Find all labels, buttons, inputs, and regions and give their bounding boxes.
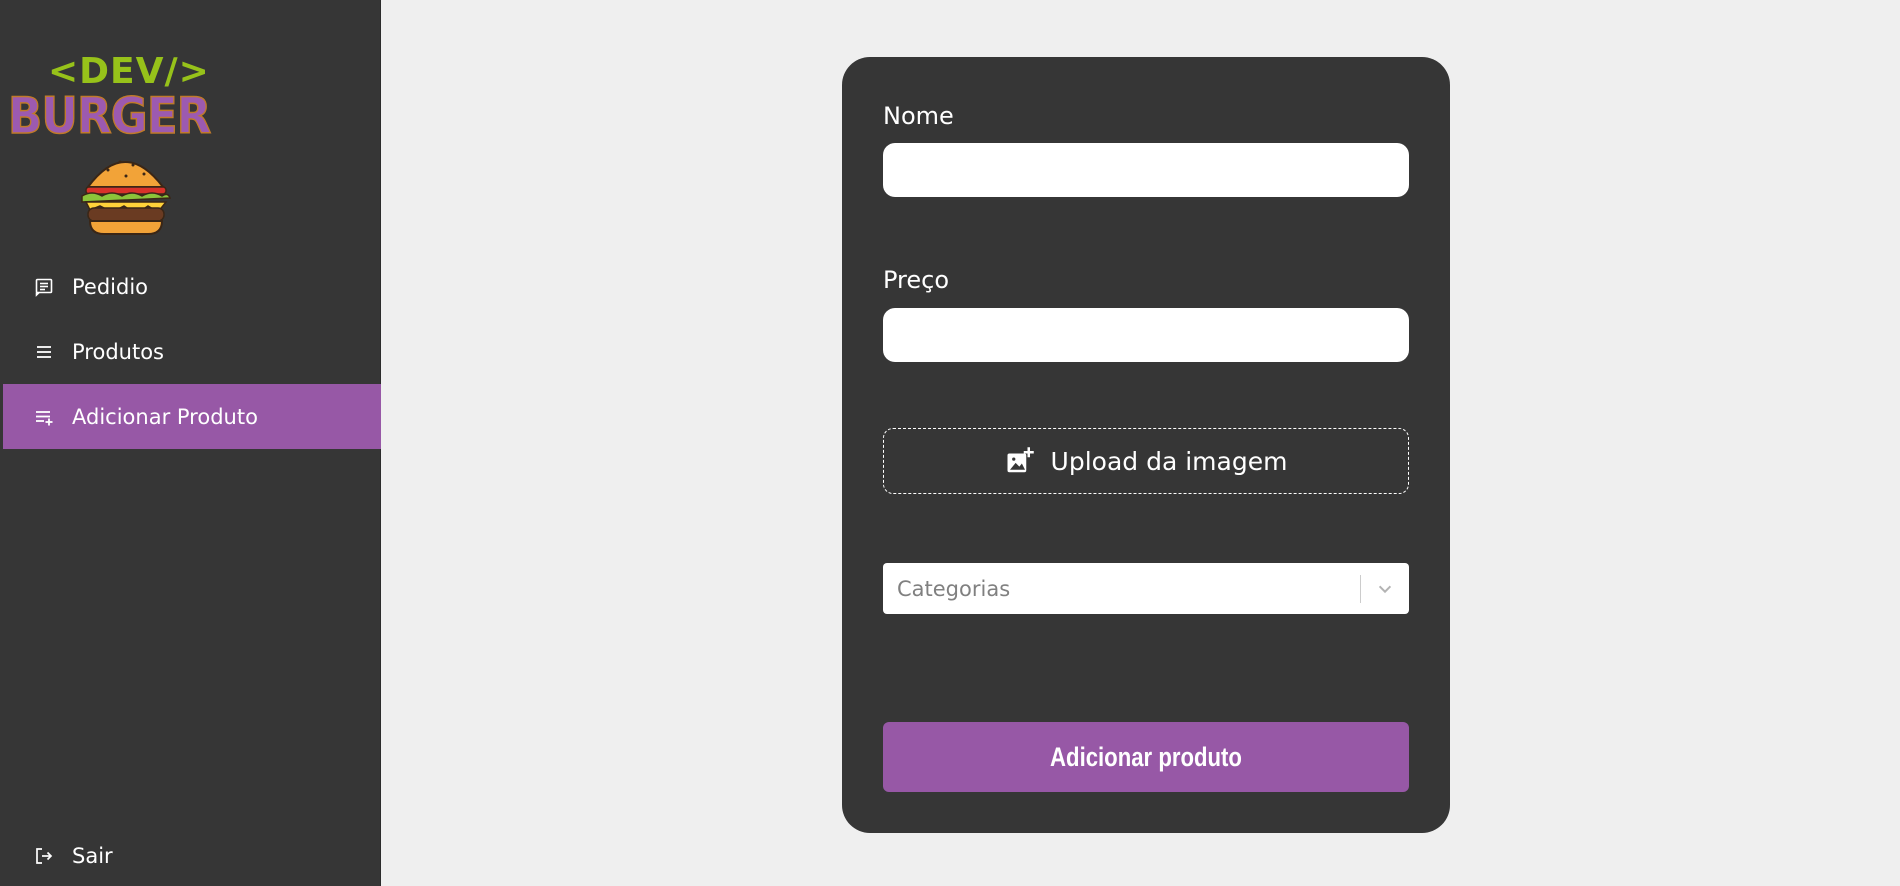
price-label: Preço (883, 266, 950, 294)
logout-label: Sair (72, 844, 113, 868)
add-product-button[interactable]: Adicionar produto (883, 722, 1409, 792)
sidebar: <DEV/> BURGER Pedidio Produtos Adicionar… (0, 0, 381, 886)
burger-icon (81, 160, 172, 235)
sidebar-nav: Pedidio Produtos Adicionar Produto (3, 254, 381, 449)
category-select[interactable]: Categorias (883, 563, 1409, 614)
upload-label: Upload da imagem (1050, 446, 1288, 476)
sidebar-item-label: Produtos (72, 339, 164, 364)
price-input[interactable] (883, 308, 1409, 362)
list-icon (31, 339, 57, 365)
logout-icon (31, 843, 57, 869)
sidebar-item-label: Adicionar Produto (72, 404, 258, 429)
logo-code-tag: <DEV/> (48, 51, 210, 92)
sidebar-item-adicionar-produto[interactable]: Adicionar Produto (3, 384, 381, 449)
name-label: Nome (883, 102, 954, 130)
add-product-button-label: Adicionar produto (1050, 741, 1242, 772)
dev-burger-logo: <DEV/> BURGER (7, 51, 228, 235)
image-upload-button[interactable]: Upload da imagem (883, 428, 1409, 494)
sidebar-item-produtos[interactable]: Produtos (3, 319, 381, 384)
sidebar-item-label: Pedidio (72, 274, 149, 299)
logout-button[interactable]: Sair (3, 826, 381, 886)
name-input[interactable] (883, 143, 1409, 197)
category-placeholder: Categorias (897, 576, 1011, 601)
add-photo-icon (1007, 447, 1034, 473)
playlist-add-icon (31, 404, 57, 430)
receipt-icon (31, 274, 57, 300)
chevron-down-icon[interactable] (1361, 563, 1409, 614)
add-product-form: Nome Preço Upload da imagem Categorias A… (842, 57, 1450, 833)
sidebar-item-pedidio[interactable]: Pedidio (3, 254, 381, 319)
